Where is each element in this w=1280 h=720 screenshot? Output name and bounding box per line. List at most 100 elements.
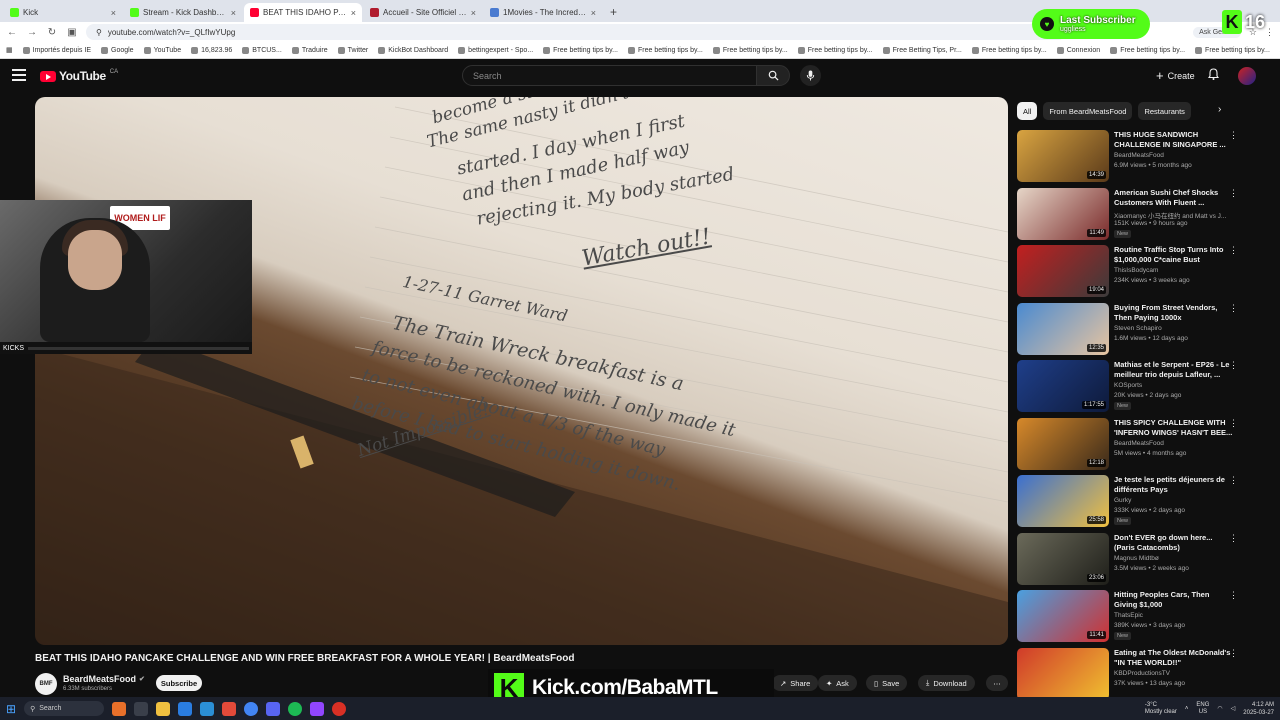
more-vertical-icon[interactable]: ⋮ xyxy=(1229,303,1238,314)
task-view-icon[interactable] xyxy=(134,701,149,716)
recommended-video-channel[interactable]: KOSports xyxy=(1114,382,1244,389)
more-actions-button[interactable]: ⋯ xyxy=(986,675,1008,691)
more-vertical-icon[interactable]: ⋮ xyxy=(1229,188,1238,199)
chevron-right-icon[interactable]: › xyxy=(1218,104,1221,115)
edge-icon[interactable] xyxy=(200,701,215,716)
bookmark-item[interactable]: Importés depuis IE xyxy=(22,46,91,54)
recommended-video-channel[interactable]: Magnus Midtbø xyxy=(1114,555,1244,562)
bookmark-item[interactable]: Free betting tips by... xyxy=(797,46,873,54)
tab-close-icon[interactable]: × xyxy=(351,8,356,18)
more-vertical-icon[interactable]: ⋮ xyxy=(1229,360,1238,371)
browser-tab[interactable]: Stream - Kick Dashboard × xyxy=(124,3,242,22)
recommended-video[interactable]: 25:58 Je teste les petits déjeuners de di… xyxy=(1017,475,1267,527)
bookmark-item[interactable]: KickBot Dashboard xyxy=(378,46,448,54)
recommended-video-channel[interactable]: KBDProductionsTV xyxy=(1114,670,1244,677)
bookmark-item[interactable]: bettingexpert - Spo... xyxy=(458,46,533,54)
video-thumbnail[interactable]: 11:41 xyxy=(1017,590,1109,642)
browser-tab[interactable]: Accueil - Site Officiel de Paris S × xyxy=(364,3,482,22)
recommended-video-channel[interactable]: BeardMeatsFood xyxy=(1114,152,1244,159)
bookmark-item[interactable]: Free betting tips by... xyxy=(543,46,618,54)
recommended-video-channel[interactable]: ThatsEpic xyxy=(1114,612,1244,619)
recommended-video[interactable]: 14:39 THIS HUGE SANDWICH CHALLENGE IN SIN… xyxy=(1017,130,1267,182)
bookmark-item[interactable]: Twitter xyxy=(337,46,368,54)
video-thumbnail[interactable]: 1:17:55 xyxy=(1017,360,1109,412)
tab-close-icon[interactable]: × xyxy=(471,8,476,18)
language-indicator[interactable]: ENG US xyxy=(1196,702,1209,716)
recommended-video-channel[interactable]: Xiaomanyc 小马在纽约 and Matt vs J... xyxy=(1114,210,1244,220)
recommended-video[interactable]: 23:06 Don't EVER go down here... (Paris C… xyxy=(1017,532,1267,585)
recommended-video-title[interactable]: American Sushi Chef Shocks Customers Wit… xyxy=(1114,188,1234,208)
recommended-video-channel[interactable]: Steven Schapiro xyxy=(1114,325,1244,332)
more-vertical-icon[interactable]: ⋮ xyxy=(1229,475,1238,486)
volume-icon[interactable]: ◁ xyxy=(1231,705,1236,712)
bookmark-item[interactable]: Free betting tips by... xyxy=(1195,46,1270,54)
more-vertical-icon[interactable]: ⋮ xyxy=(1229,418,1238,429)
video-thumbnail[interactable]: 23:06 xyxy=(1017,532,1109,585)
taskbar-app-icon[interactable] xyxy=(112,701,127,716)
save-button[interactable]: ▯ Save xyxy=(866,675,908,691)
bookmark-item[interactable]: 16,823.96 xyxy=(191,46,232,54)
browser-tab[interactable]: 1Movies - The Incredibles Mov × xyxy=(484,3,602,22)
wifi-icon[interactable]: ◠ xyxy=(1217,705,1222,712)
recommended-video[interactable]: 12:35 Buying From Street Vendors, Then Pa… xyxy=(1017,302,1267,355)
extensions-icon[interactable]: ▣ xyxy=(66,27,78,38)
recommended-video[interactable]: 11:49 American Sushi Chef Shocks Customer… xyxy=(1017,187,1267,240)
recommended-video-title[interactable]: Don't EVER go down here... (Paris Cataco… xyxy=(1114,533,1234,553)
reload-icon[interactable]: ↻ xyxy=(46,27,58,38)
bookmark-item[interactable]: Free betting tips by... xyxy=(628,46,703,54)
recommended-video-title[interactable]: Je teste les petits déjeuners de différe… xyxy=(1114,475,1234,495)
browser-tab[interactable]: BEAT THIS IDAHO PANCAKE × xyxy=(244,3,362,22)
hamburger-menu-icon[interactable] xyxy=(12,69,26,81)
search-button[interactable] xyxy=(756,65,790,86)
obs-icon[interactable] xyxy=(310,701,325,716)
more-vertical-icon[interactable]: ⋮ xyxy=(1229,590,1238,601)
recommended-video-title[interactable]: THIS SPICY CHALLENGE WITH 'INFERNO WINGS… xyxy=(1114,418,1234,438)
more-vertical-icon[interactable]: ⋮ xyxy=(1229,130,1238,141)
url-field[interactable]: ⚲ youtube.com/watch?v=_QLfIwYUpg xyxy=(86,24,1066,40)
video-thumbnail[interactable] xyxy=(1017,647,1109,700)
forward-icon[interactable]: → xyxy=(26,27,38,38)
tab-close-icon[interactable]: × xyxy=(591,8,596,18)
video-thumbnail[interactable]: 12:35 xyxy=(1017,302,1109,355)
bookmark-item[interactable]: YouTube xyxy=(143,46,181,54)
bookmark-item[interactable]: Free betting tips by... xyxy=(1110,46,1185,54)
windows-start-icon[interactable]: ⊞ xyxy=(6,702,16,716)
video-thumbnail[interactable]: 14:39 xyxy=(1017,130,1109,182)
spotify-icon[interactable] xyxy=(288,701,303,716)
more-vertical-icon[interactable]: ⋮ xyxy=(1229,648,1238,659)
chevron-up-icon[interactable]: ˄ xyxy=(1185,706,1189,712)
video-thumbnail[interactable]: 11:49 xyxy=(1017,187,1109,240)
bookmark-item[interactable]: Free betting tips by... xyxy=(712,46,788,54)
recommended-video-title[interactable]: THIS HUGE SANDWICH CHALLENGE IN SINGAPOR… xyxy=(1114,130,1234,150)
bookmark-item[interactable]: Traduire xyxy=(291,46,328,54)
voice-search-button[interactable] xyxy=(800,65,821,86)
recommended-video[interactable]: 12:18 THIS SPICY CHALLENGE WITH 'INFERNO … xyxy=(1017,417,1267,470)
recommended-video[interactable]: 1:17:55 Mathias et le Serpent - EP26 - Le… xyxy=(1017,360,1267,412)
firefox-icon[interactable] xyxy=(222,701,237,716)
chrome-icon[interactable] xyxy=(244,701,259,716)
recommended-video-title[interactable]: Routine Traffic Stop Turns Into $1,000,0… xyxy=(1114,245,1234,265)
bookmark-item[interactable]: Google xyxy=(101,46,134,54)
notifications-bell-icon[interactable] xyxy=(1207,68,1220,83)
recommended-video-title[interactable]: Eating at The Oldest McDonald's "IN THE … xyxy=(1114,648,1234,668)
recommended-video[interactable]: Eating at The Oldest McDonald's "IN THE … xyxy=(1017,647,1267,700)
channel-name-row[interactable]: BeardMeatsFood ✔ xyxy=(63,674,145,684)
discord-icon[interactable] xyxy=(266,701,281,716)
recommended-video-channel[interactable]: ThisIsBodycam xyxy=(1114,267,1244,274)
youtube-logo[interactable]: YouTube CA xyxy=(40,69,118,83)
tab-close-icon[interactable]: × xyxy=(231,8,236,18)
subscribe-button[interactable]: Subscribe xyxy=(156,675,202,691)
chrome-canary-icon[interactable] xyxy=(332,701,347,716)
tab-close-icon[interactable]: × xyxy=(111,8,116,18)
recommended-video[interactable]: 11:41 Hitting Peoples Cars, Then Giving $… xyxy=(1017,590,1267,642)
video-thumbnail[interactable]: 19:04 xyxy=(1017,245,1109,297)
taskbar-clock[interactable]: 4:12 AM 2025-03-27 xyxy=(1243,701,1274,717)
search-input[interactable]: Search xyxy=(462,65,757,86)
share-button[interactable]: ↗ Share xyxy=(772,675,819,691)
channel-avatar[interactable]: BMF xyxy=(35,673,57,695)
video-player[interactable]: become a stack of any cakesThe same nast… xyxy=(35,97,1008,645)
bookmark-item[interactable]: Free betting tips by... xyxy=(971,46,1047,54)
bookmark-item[interactable]: Free Betting Tips, Pr... xyxy=(882,46,962,54)
bookmark-item[interactable]: Connexion xyxy=(1056,46,1100,54)
ask-button[interactable]: ✦ Ask xyxy=(818,675,857,691)
